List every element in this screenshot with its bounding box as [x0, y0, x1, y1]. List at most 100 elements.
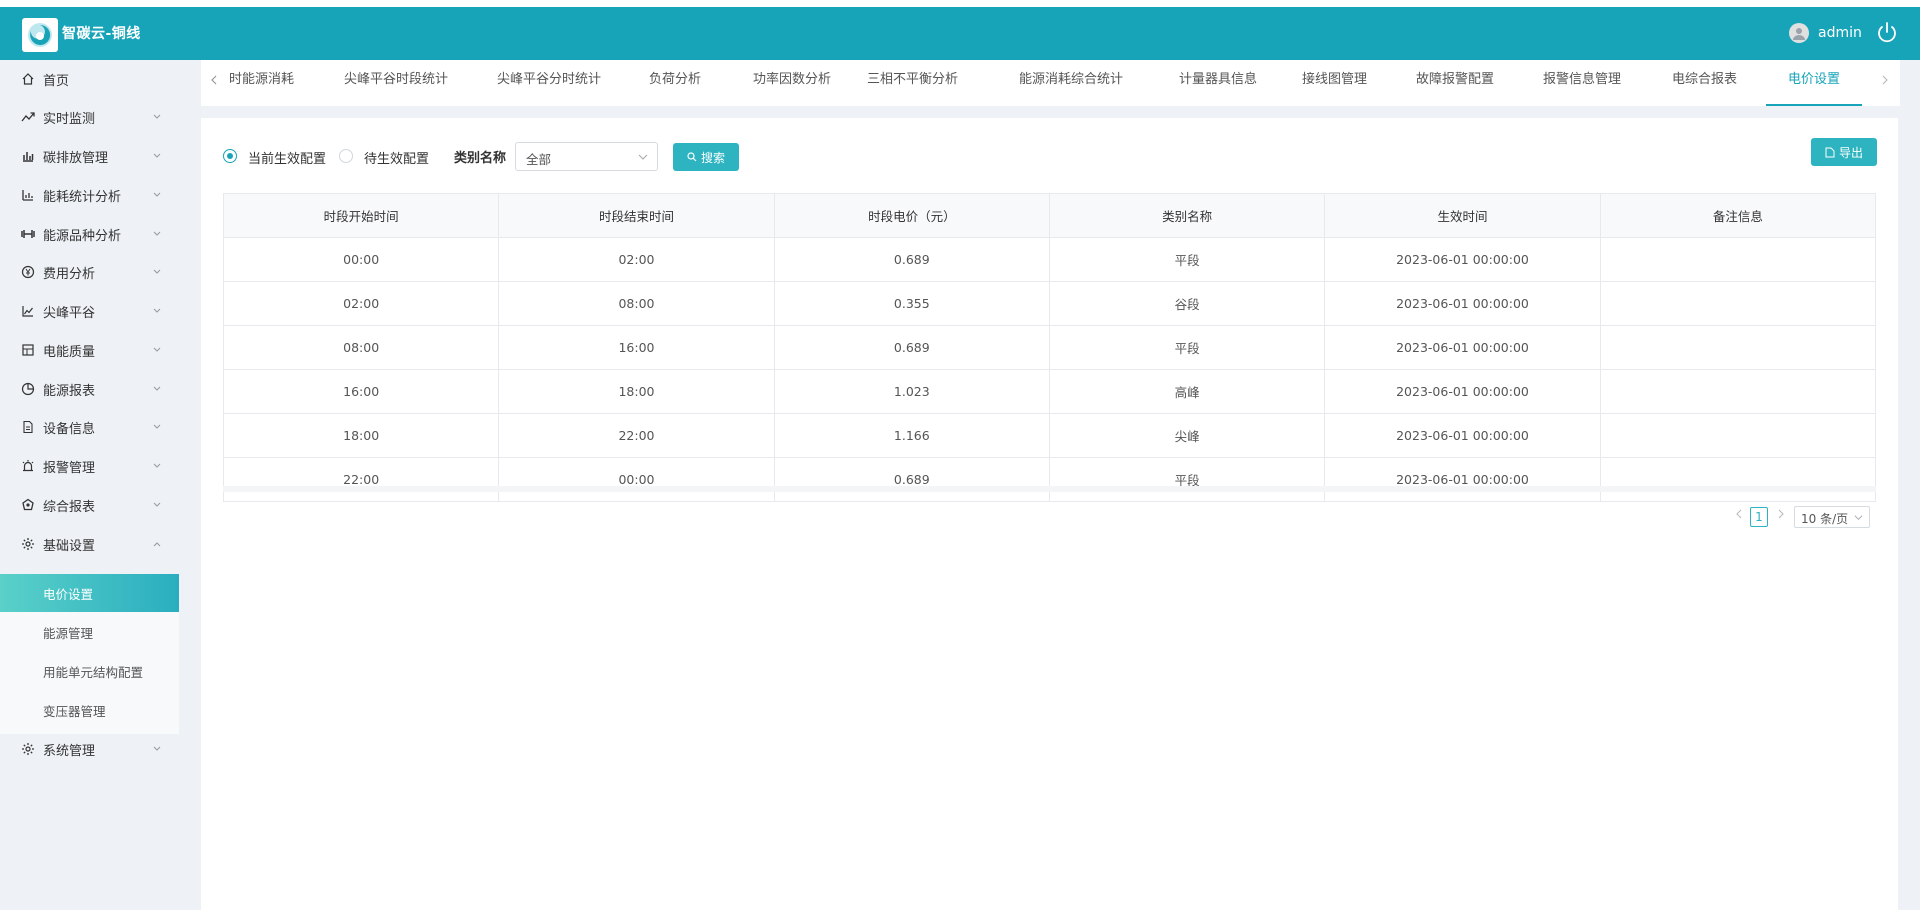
- tab-9[interactable]: 故障报警配置: [1416, 60, 1494, 104]
- sidebar-item-6[interactable]: 尖峰平谷: [0, 292, 179, 330]
- radio-pending-label[interactable]: 待生效配置: [364, 148, 429, 167]
- table-row[interactable]: 18:00 22:00 1.166 尖峰 2023-06-01 00:00:00: [222, 413, 1877, 458]
- swirl-logo-icon[interactable]: [22, 18, 58, 52]
- sidebar-subitem-2[interactable]: 用能单元结构配置: [0, 652, 179, 690]
- trend-icon: [21, 110, 35, 124]
- table-cell: 1.166: [773, 413, 1050, 458]
- tab-1[interactable]: 尖峰平谷时段统计: [344, 60, 448, 104]
- sidebar-item-label: 尖峰平谷: [43, 305, 96, 321]
- tab-next-icon[interactable]: [1878, 73, 1892, 87]
- sidebar-subitem-0[interactable]: 电价设置: [0, 574, 179, 612]
- sidebar-item-5[interactable]: 费用分析: [0, 253, 179, 291]
- bar-chart-icon: [21, 149, 35, 163]
- radio-current-config[interactable]: [223, 149, 237, 163]
- sidebar-item-4[interactable]: 能源品种分析: [0, 215, 179, 253]
- sidebar-item-7[interactable]: 电能质量: [0, 331, 179, 369]
- chevron-down-icon: [152, 422, 162, 432]
- page-next-icon[interactable]: [1775, 508, 1787, 520]
- sidebar-item-system[interactable]: 系统管理: [0, 730, 179, 768]
- page-size-select[interactable]: 10 条/页: [1794, 506, 1870, 528]
- sidebar-item-label: 报警管理: [43, 460, 96, 476]
- column-header[interactable]: 备注信息: [1599, 193, 1877, 238]
- page-number[interactable]: 1: [1750, 507, 1768, 527]
- table-row[interactable]: 02:00 08:00 0.355 谷段 2023-06-01 00:00:00: [222, 281, 1877, 326]
- tab-11[interactable]: 电综合报表: [1672, 60, 1737, 104]
- category-select[interactable]: 全部: [515, 142, 658, 171]
- tab-0[interactable]: 时能源消耗: [229, 60, 294, 104]
- table-row[interactable]: 22:00 00:00 0.689 平段 2023-06-01 00:00:00: [222, 457, 1877, 502]
- chevron-down-icon: [1854, 515, 1863, 521]
- table-cell: 2023-06-01 00:00:00: [1324, 457, 1601, 502]
- table-row[interactable]: 00:00 02:00 0.689 平段 2023-06-01 00:00:00: [222, 237, 1877, 282]
- page-prev-icon[interactable]: [1732, 508, 1744, 520]
- sidebar-subitem-label: 电价设置: [43, 586, 94, 602]
- tab-7[interactable]: 计量器具信息: [1179, 60, 1257, 104]
- table-header-row: 时段开始时间 时段结束时间 时段电价（元） 类别名称 生效时间 备注信息: [222, 193, 1877, 238]
- tab-6[interactable]: 能源消耗综合统计: [1019, 60, 1123, 104]
- line-chart-icon: [21, 304, 35, 318]
- alarm-icon: [21, 459, 35, 473]
- sidebar-subitem-label: 能源管理: [43, 625, 94, 641]
- tab-12[interactable]: 电价设置: [1766, 60, 1863, 106]
- chevron-down-icon: [152, 744, 162, 754]
- sidebar-item-9[interactable]: 设备信息: [0, 408, 179, 446]
- column-header[interactable]: 时段结束时间: [498, 193, 775, 238]
- sidebar-item-0[interactable]: 首页: [0, 60, 179, 98]
- sidebar-item-8[interactable]: 能源报表: [0, 370, 179, 408]
- table-cell: 18:00: [498, 369, 775, 414]
- tab-4[interactable]: 功率因数分析: [753, 60, 831, 104]
- column-header[interactable]: 生效时间: [1324, 193, 1601, 238]
- search-button[interactable]: 搜索: [673, 143, 739, 171]
- table-cell: [1599, 325, 1877, 370]
- table-cell: 02:00: [222, 281, 500, 326]
- username[interactable]: admin: [1818, 25, 1862, 41]
- category-label: 类别名称: [454, 151, 507, 166]
- sidebar-item-10[interactable]: 报警管理: [0, 447, 179, 485]
- tab-8[interactable]: 接线图管理: [1302, 60, 1367, 104]
- search-icon: [687, 152, 697, 162]
- gear-icon: [21, 537, 35, 551]
- table-cell: 22:00: [498, 413, 775, 458]
- chevron-down-icon: [152, 190, 162, 200]
- sidebar-item-1[interactable]: 实时监测: [0, 98, 179, 136]
- sidebar-subitem-3[interactable]: 变压器管理: [0, 691, 179, 729]
- search-button-label: 搜索: [700, 150, 725, 165]
- tab-2[interactable]: 尖峰平谷分时统计: [497, 60, 601, 104]
- sidebar-item-label: 费用分析: [43, 266, 96, 282]
- export-button[interactable]: 导出: [1811, 138, 1877, 166]
- radio-pending-config[interactable]: [339, 149, 353, 163]
- panel-icon: [21, 343, 35, 357]
- radio-current-label[interactable]: 当前生效配置: [248, 148, 326, 167]
- table-cell: 02:00: [498, 237, 775, 282]
- column-header[interactable]: 时段开始时间: [222, 193, 500, 238]
- sidebar-item-12[interactable]: 基础设置: [0, 525, 179, 563]
- tab-10[interactable]: 报警信息管理: [1543, 60, 1621, 104]
- column-header[interactable]: 时段电价（元）: [773, 193, 1050, 238]
- sidebar-item-11[interactable]: 综合报表: [0, 486, 179, 524]
- table-cell: 16:00: [222, 369, 500, 414]
- table-row[interactable]: 16:00 18:00 1.023 高峰 2023-06-01 00:00:00: [222, 369, 1877, 414]
- chevron-down-icon: [152, 384, 162, 394]
- table-cell: 0.689: [773, 237, 1050, 282]
- tab-prev-icon[interactable]: [207, 73, 221, 87]
- sidebar-item-label: 基础设置: [43, 538, 96, 554]
- report-icon: [21, 498, 35, 512]
- column-header[interactable]: 类别名称: [1048, 193, 1326, 238]
- table-cell: 2023-06-01 00:00:00: [1324, 325, 1601, 370]
- table-cell: 2023-06-01 00:00:00: [1324, 237, 1601, 282]
- tab-3[interactable]: 负荷分析: [649, 60, 701, 104]
- sidebar-item-label: 碳排放管理: [43, 150, 109, 166]
- table-footer-shadow: [223, 486, 1876, 492]
- table-cell: 高峰: [1048, 369, 1326, 414]
- sidebar-item-3[interactable]: 能耗统计分析: [0, 176, 179, 214]
- table-row[interactable]: 08:00 16:00 0.689 平段 2023-06-01 00:00:00: [222, 325, 1877, 370]
- table-cell: 00:00: [498, 457, 775, 502]
- avatar[interactable]: [1789, 23, 1809, 43]
- sidebar-subitem-1[interactable]: 能源管理: [0, 613, 179, 651]
- sidebar-item-2[interactable]: 碳排放管理: [0, 137, 179, 175]
- tab-5[interactable]: 三相不平衡分析: [867, 60, 958, 104]
- table-cell: 08:00: [498, 281, 775, 326]
- table-cell: [1599, 369, 1877, 414]
- power-icon[interactable]: [1874, 19, 1900, 45]
- chevron-up-icon: [152, 539, 162, 549]
